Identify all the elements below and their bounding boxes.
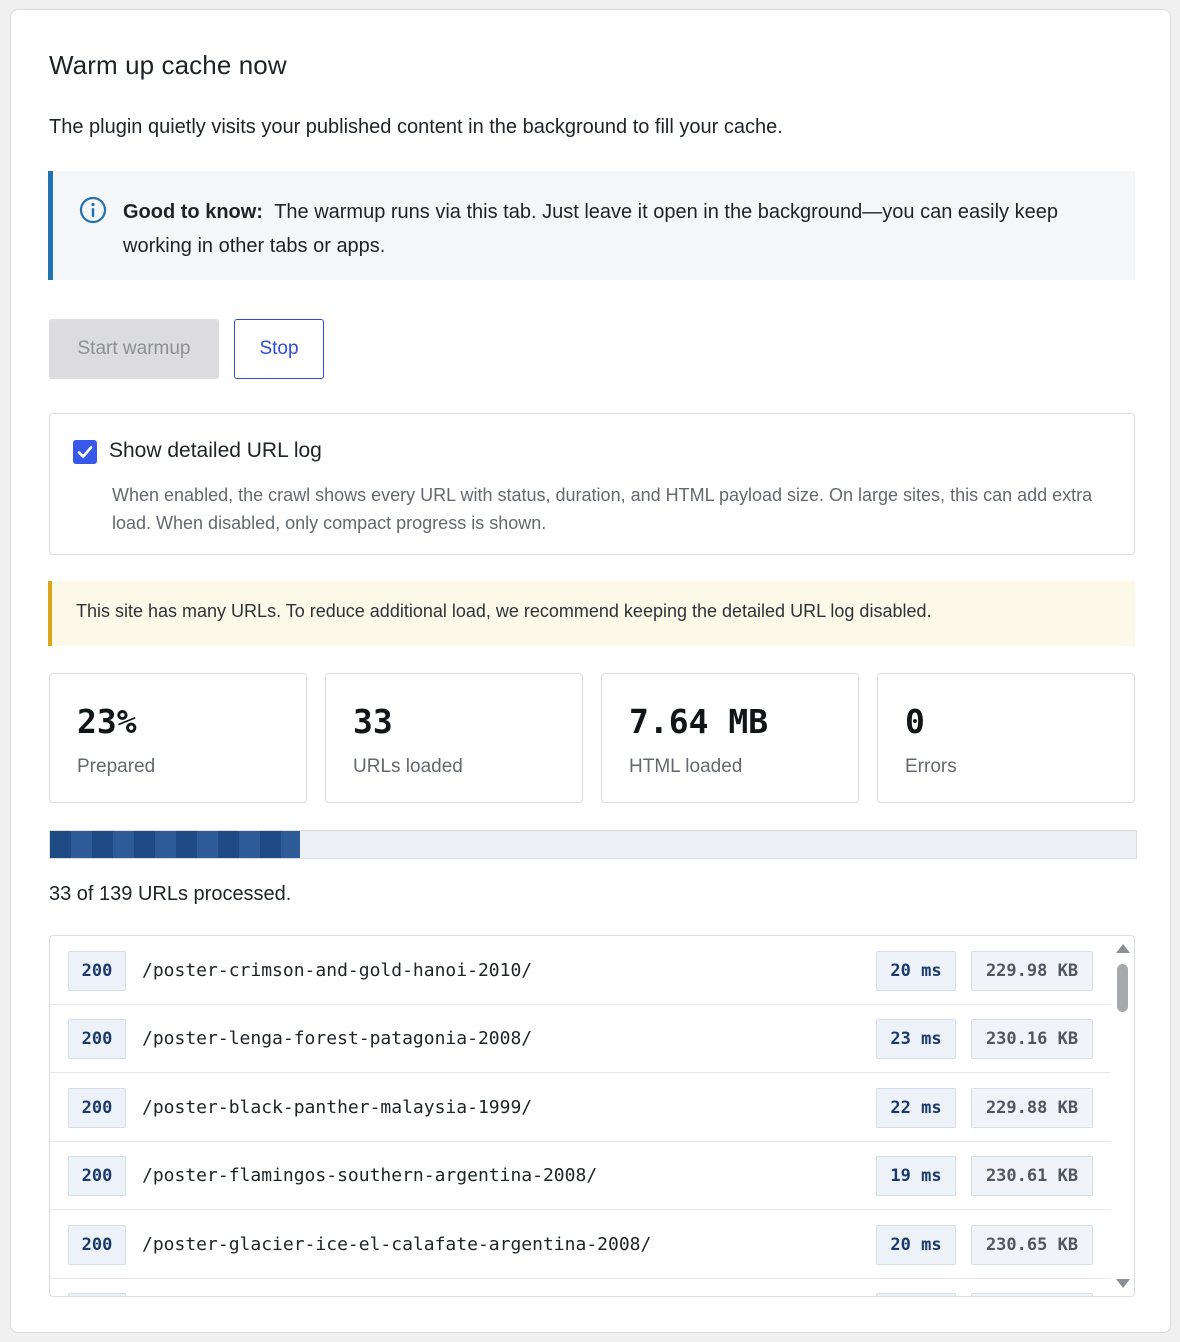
duration-badge <box>876 1293 956 1296</box>
duration-badge: 23 ms <box>876 1019 956 1059</box>
checkmark-icon <box>77 446 93 458</box>
stat-value: 7.64 MB <box>629 702 769 741</box>
warning-notice-text: This site has many URLs. To reduce addit… <box>76 601 932 621</box>
url-log-list[interactable]: 200 /poster-crimson-and-gold-hanoi-2010/… <box>49 935 1135 1297</box>
status-badge <box>68 1293 126 1296</box>
url-log-scrollbar[interactable] <box>1110 936 1134 1296</box>
size-badge: 229.88 KB <box>971 1088 1093 1128</box>
detailed-log-description: When enabled, the crawl shows every URL … <box>112 485 1093 533</box>
stat-prepared: 23% Prepared <box>49 673 307 803</box>
size-badge: 229.98 KB <box>971 951 1093 991</box>
stat-label: URLs loaded <box>353 756 463 777</box>
stop-button[interactable]: Stop <box>234 319 324 379</box>
detailed-log-label[interactable]: Show detailed URL log <box>109 439 322 463</box>
page-title: Warm up cache now <box>49 50 287 80</box>
start-warmup-button[interactable]: Start warmup <box>49 319 219 379</box>
url-log-row-partial <box>50 1278 1111 1296</box>
duration-badge: 20 ms <box>876 951 956 991</box>
info-notice-body: The warmup runs via this tab. Just leave… <box>123 201 1058 257</box>
duration-badge: 22 ms <box>876 1088 956 1128</box>
size-badge: 230.61 KB <box>971 1156 1093 1196</box>
stat-label: HTML loaded <box>629 756 743 777</box>
url-log-row: 200 /poster-lenga-forest-patagonia-2008/… <box>50 1004 1111 1073</box>
size-badge: 230.65 KB <box>971 1225 1093 1265</box>
info-notice: Good to know: The warmup runs via this t… <box>48 171 1135 280</box>
status-badge: 200 <box>68 1156 126 1196</box>
stat-label: Prepared <box>77 756 156 777</box>
duration-badge: 20 ms <box>876 1225 956 1265</box>
detailed-log-checkbox[interactable] <box>73 440 97 464</box>
url-path: /poster-flamingos-southern-argentina-200… <box>142 1165 598 1186</box>
size-badge <box>971 1293 1093 1296</box>
status-badge: 200 <box>68 1019 126 1059</box>
status-badge: 200 <box>68 1088 126 1128</box>
url-log-row: 200 /poster-flamingos-southern-argentina… <box>50 1141 1111 1210</box>
stat-urls-loaded: 33 URLs loaded <box>325 673 583 803</box>
info-icon <box>79 196 107 224</box>
url-log-row: 200 /poster-black-panther-malaysia-1999/… <box>50 1073 1111 1142</box>
progress-bar <box>49 830 1137 859</box>
status-badge: 200 <box>68 1225 126 1265</box>
url-log-row: 200 /poster-glacier-ice-el-calafate-arge… <box>50 1210 1111 1279</box>
stat-html-loaded: 7.64 MB HTML loaded <box>601 673 859 803</box>
info-notice-text: Good to know: The warmup runs via this t… <box>123 195 1113 263</box>
warmup-card: Warm up cache now The plugin quietly vis… <box>10 9 1171 1333</box>
page-subtitle: The plugin quietly visits your published… <box>49 116 783 138</box>
url-path: /poster-crimson-and-gold-hanoi-2010/ <box>142 960 533 981</box>
stat-value: 23% <box>77 702 137 741</box>
url-path: /poster-black-panther-malaysia-1999/ <box>142 1097 533 1118</box>
duration-badge: 19 ms <box>876 1156 956 1196</box>
stat-label: Errors <box>905 756 957 777</box>
scrollbar-thumb[interactable] <box>1117 964 1128 1012</box>
info-notice-bold: Good to know: <box>123 201 263 223</box>
url-log-row: 200 /poster-crimson-and-gold-hanoi-2010/… <box>50 936 1111 1005</box>
stat-errors: 0 Errors <box>877 673 1135 803</box>
scroll-down-arrow-icon[interactable] <box>1116 1279 1130 1288</box>
stat-value: 33 <box>353 702 393 741</box>
detailed-log-option: Show detailed URL log When enabled, the … <box>49 413 1135 555</box>
progress-text: 33 of 139 URLs processed. <box>49 883 292 905</box>
warning-notice: This site has many URLs. To reduce addit… <box>48 581 1135 646</box>
status-badge: 200 <box>68 951 126 991</box>
stat-value: 0 <box>905 702 925 741</box>
progress-bar-fill <box>50 831 301 858</box>
url-path: /poster-glacier-ice-el-calafate-argentin… <box>142 1234 652 1255</box>
scroll-up-arrow-icon[interactable] <box>1116 944 1130 953</box>
size-badge: 230.16 KB <box>971 1019 1093 1059</box>
url-path: /poster-lenga-forest-patagonia-2008/ <box>142 1028 533 1049</box>
